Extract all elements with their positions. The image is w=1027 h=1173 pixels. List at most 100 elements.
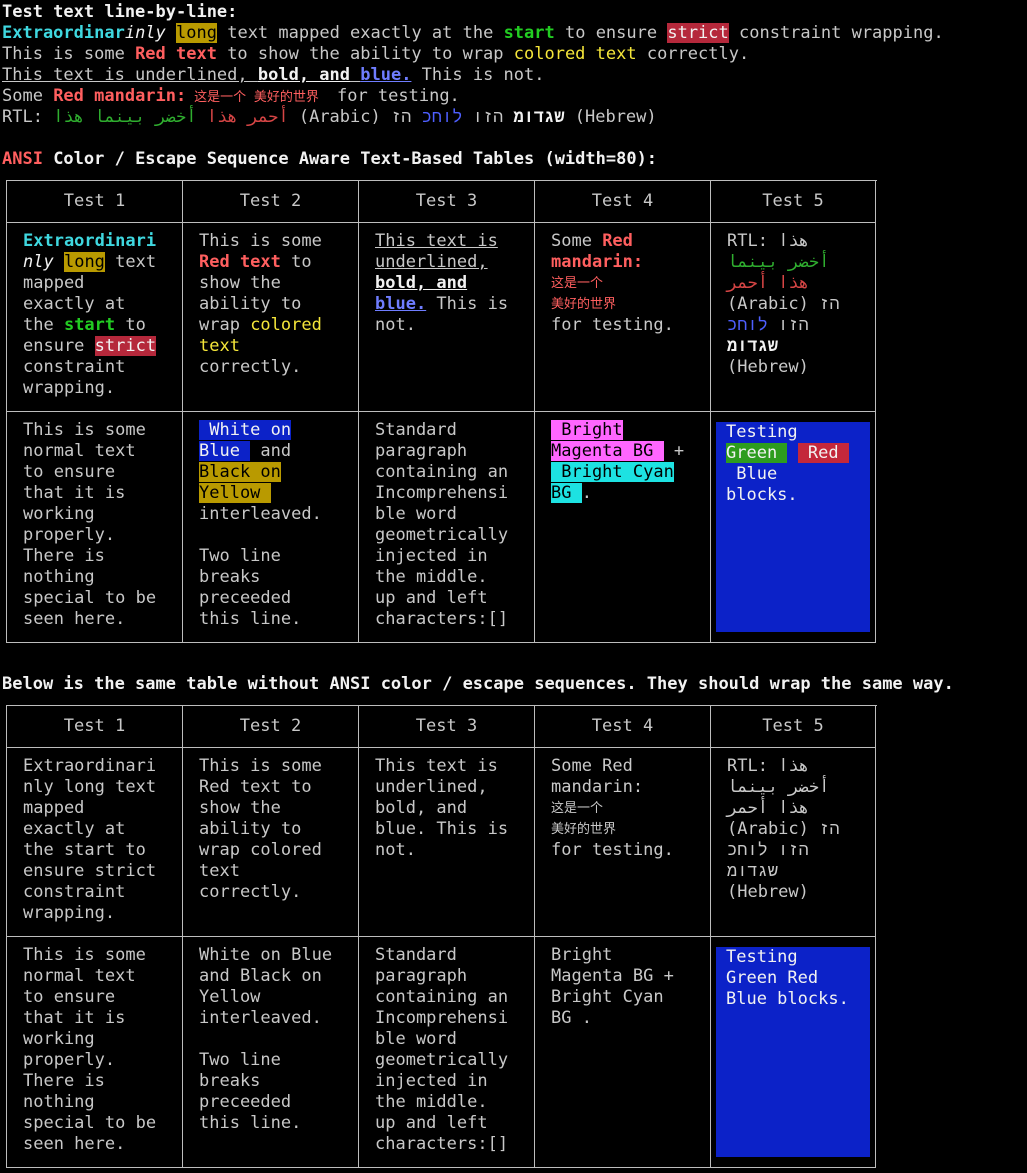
t2-r2c3-l1: Standard <box>375 945 457 965</box>
t2-r1c4-l5: for testing. <box>551 840 674 860</box>
t2-r2c5-l3: Blue blocks. <box>726 989 849 1009</box>
t2-r1c1-l7: constraint <box>23 882 126 902</box>
t1-header-test-2: Test 2 <box>183 181 359 223</box>
t1-cell-r2-c3: Standard paragraph containing an Incompr… <box>359 412 535 643</box>
t1-r1c5-l5b: לוחכ <box>727 315 768 335</box>
t2-r2c3-l5: ble word <box>375 1029 457 1049</box>
t1-r2c4-l3: Bright Cyan <box>551 462 674 482</box>
t1-r1c4-l2: mandarin: <box>551 252 644 272</box>
t2-blue-panel: Testing Green Red Blue blocks. <box>716 947 870 1157</box>
t2-r2c2-l5 <box>199 1029 358 1050</box>
t2-r2c2-l6: Two line <box>199 1050 281 1070</box>
t2-r1c3-l5: not. <box>375 840 416 860</box>
t2-r2c5-l2: Green Red <box>726 968 819 988</box>
t1-r1c2-l1: This is some <box>199 231 322 251</box>
line5-arabic-green: أخضر بينما هذا <box>53 107 207 127</box>
t2-r1c4-l1: Some Red <box>551 756 633 776</box>
line3-space <box>350 65 360 85</box>
t1-r1c4-l5: for testing. <box>551 315 674 335</box>
t1-r2c3-l5: ble word <box>375 504 457 524</box>
t2-r1c3-l3: bold, and <box>375 798 468 818</box>
t2-r1c4-l2: mandarin: <box>551 777 644 797</box>
t1-r1c5-l1a: RTL: <box>727 231 779 251</box>
t1-cell-r1-c2: This is some Red text to show the abilit… <box>183 223 359 412</box>
t2-r2c4-l3: Bright Cyan <box>551 987 664 1007</box>
t1-r2c2-l9: preceeded <box>199 588 292 608</box>
t2-r2c4-l4: BG . <box>551 1008 592 1028</box>
t2-r2c2-l2: and Black on <box>199 966 322 986</box>
t1-r1c4-l4: 美好的世界 <box>551 297 617 312</box>
t1-r1c1-l4: exactly at <box>23 294 126 314</box>
t2-r2c1-l5: working <box>23 1029 95 1049</box>
line3-text-b: This is not. <box>411 65 545 85</box>
t1-r2c5-l3: Blue <box>726 464 778 484</box>
line5-arabic-red: أحمر هذا <box>206 107 289 127</box>
t1-header-test-5: Test 5 <box>711 181 876 223</box>
t1-r2c2-l2b: and <box>250 441 292 461</box>
line-5: RTL: أحمر هذا أخضر بينما هذا (Arabic) שג… <box>2 107 657 128</box>
t2-r1c5-l6: שגדומ <box>727 861 779 881</box>
t1-r2c1-l6: properly. <box>23 525 116 545</box>
t1-r2c3-l10: characters:[] <box>375 609 509 629</box>
line4-text-b: for testing. <box>326 86 460 106</box>
t2-r1c4-l4: 美好的世界 <box>551 822 617 837</box>
ansi-table-heading: ANSI Color / Escape Sequence Aware Text-… <box>2 149 657 170</box>
line3-blue: blue. <box>360 65 412 85</box>
t1-r2c3-l1: Standard <box>375 420 457 440</box>
t2-header-test-5: Test 5 <box>711 706 876 748</box>
t1-r1c2-l6: text <box>199 336 240 356</box>
t1-r1c1-l3: mapped <box>23 273 85 293</box>
t1-r1c1-l2b: long <box>63 252 105 272</box>
t1-r2c5-l4: blocks. <box>726 485 798 505</box>
line3-bold: bold, and <box>257 65 350 85</box>
t1-r2c3-l2: paragraph <box>375 441 468 461</box>
t1-r2c1-l4: that it is <box>23 483 126 503</box>
t2-r2c2-l7: breaks <box>199 1071 261 1091</box>
line5-hebrew-2: הז <box>390 107 422 127</box>
t1-r2c5-green: Green <box>726 443 788 463</box>
t1-r1c5-l5a: הזו <box>767 315 809 335</box>
t1-r1c5-l4b: הז <box>819 294 840 314</box>
t2-r1c3-l1: This text is <box>375 756 498 776</box>
t2-r2c1-l8: nothing <box>23 1092 95 1112</box>
t1-r1c1-l7: constraint <box>23 357 126 377</box>
t2-cell-r1-c5: RTL: هذا أخضر بينما هذا أحمر (Arabic) הז… <box>711 748 876 937</box>
t1-r2c4-l2a: Magenta BG <box>551 441 664 461</box>
t1-r2c2-l7: Two line <box>199 546 281 566</box>
t2-r1c2-l7: correctly. <box>199 882 302 902</box>
t1-r2c3-l4: Incomprehensi <box>375 483 509 503</box>
t1-r2c1-l7: There is <box>23 546 105 566</box>
t2-r2c2-l9: this line. <box>199 1113 302 1133</box>
line1-long: long <box>176 23 217 43</box>
ansi-heading-rest: Color / Escape Sequence Aware Text-Based… <box>42 149 658 169</box>
t2-r1c2-l2: Red text to <box>199 777 312 797</box>
t1-cell-r1-c3: This text is underlined, bold, and blue.… <box>359 223 535 412</box>
t1-cell-r2-c1: This is some normal text to ensure that … <box>7 412 183 643</box>
t1-r1c2-l4: ability to <box>199 294 302 314</box>
line2-colored-text: colored text <box>513 44 637 64</box>
t1-r1c3-l4b: This is <box>426 294 509 314</box>
line5-text-a: RTL: <box>2 107 54 127</box>
line5-hebrew-bold: שגדומ <box>513 107 565 127</box>
t1-r1c5-l7: (Hebrew) <box>727 357 809 377</box>
t2-r1c1-l6: ensure strict <box>23 861 157 881</box>
t2-r1c1-l8: wrapping. <box>23 903 116 923</box>
t1-r1c3-l1: This text is <box>375 231 498 251</box>
t2-r1c3-l2: underlined, <box>375 777 488 797</box>
t1-r1c1-l6b: strict <box>94 336 157 356</box>
t2-r2c1-l7: There is <box>23 1071 105 1091</box>
line2-red-text: Red text <box>135 44 217 64</box>
line4-text-a: Some <box>2 86 54 106</box>
t2-cell-r1-c4: Some Red mandarin: 这是一个 美好的世界 for testin… <box>535 748 711 937</box>
t2-r2c3-l7: injected in <box>375 1071 488 1091</box>
t1-r1c2-l3: show the <box>199 273 281 293</box>
t1-r1c5-l3: هذا أحمر <box>727 273 809 293</box>
t1-r2c3-l6: geometrically <box>375 525 509 545</box>
t2-r2c2-l1: White on Blue <box>199 945 333 965</box>
line1-extraordinar: Extraordinar <box>2 23 125 43</box>
line-1: Extraordinarinly long text mapped exactl… <box>2 23 944 44</box>
t2-r1c2-l4: ability to <box>199 819 302 839</box>
t2-cell-r2-c4: Bright Magenta BG + Bright Cyan BG . <box>535 937 711 1168</box>
t2-r1c2-l5: wrap colored <box>199 840 322 860</box>
t1-cell-r1-c4: Some Red mandarin: 这是一个 美好的世界 for testin… <box>535 223 711 412</box>
